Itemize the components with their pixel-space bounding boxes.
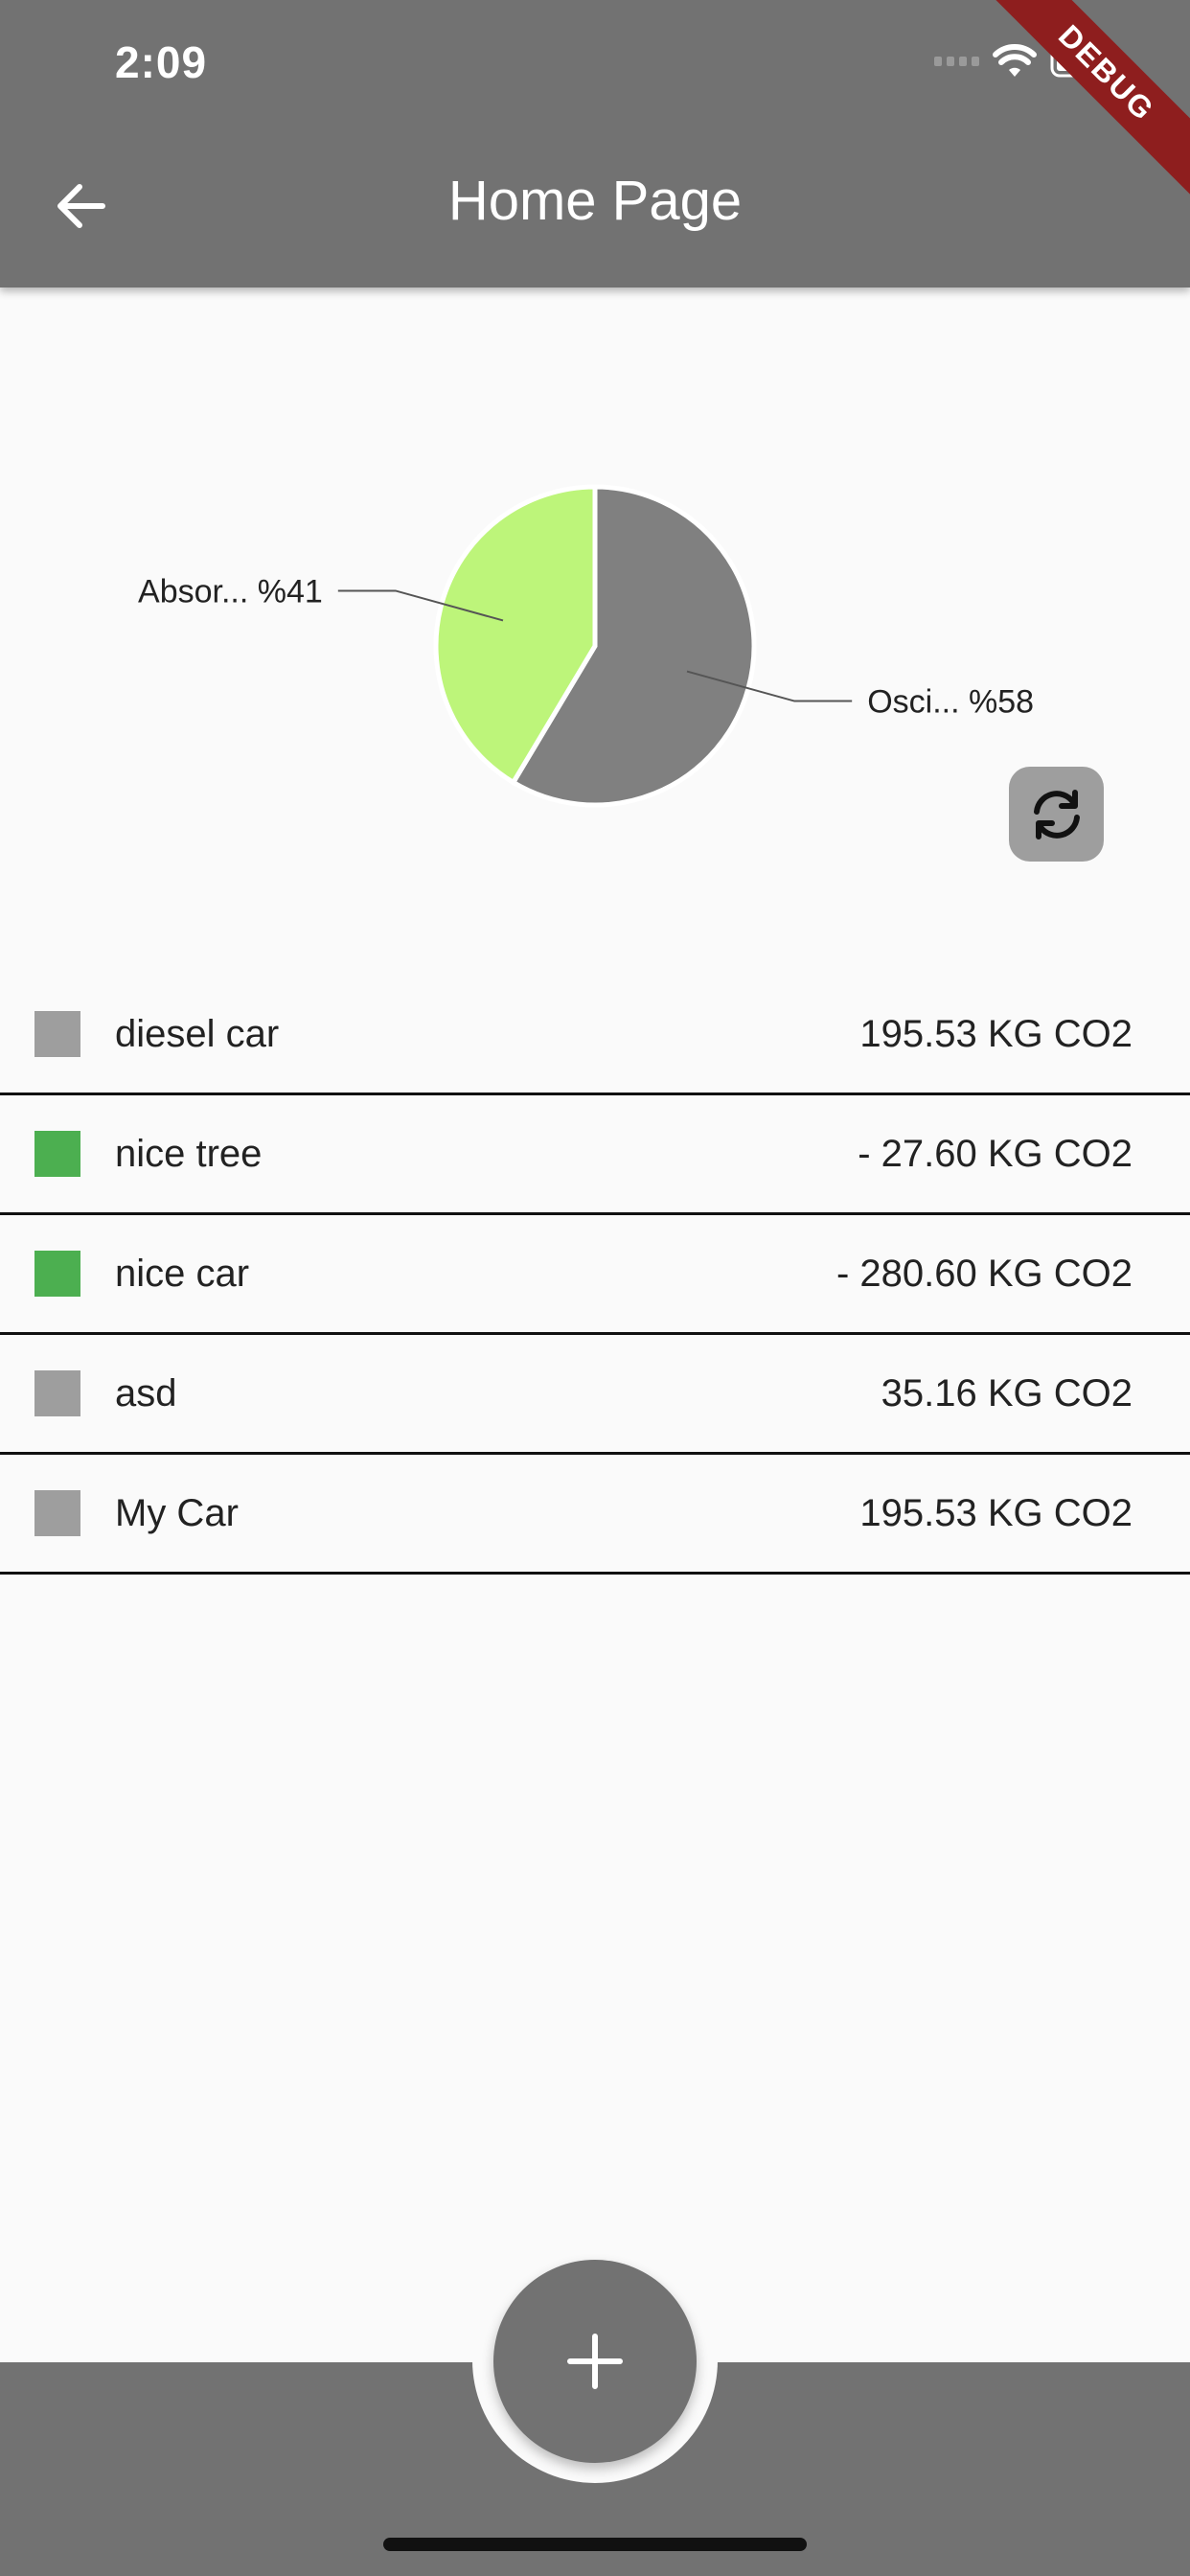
item-name: My Car — [115, 1491, 239, 1534]
plus-icon — [567, 2334, 623, 2389]
list-item[interactable]: My Car 195.53 KG CO2 — [0, 1455, 1190, 1575]
item-co2-value: 195.53 KG CO2 — [859, 1012, 1133, 1055]
emission-list: diesel car 195.53 KG CO2 nice tree - 27.… — [0, 976, 1190, 1575]
pie-chart: Osci... %58 Absor... %41 — [0, 288, 1190, 978]
list-item[interactable]: asd 35.16 KG CO2 — [0, 1335, 1190, 1455]
item-name: diesel car — [115, 1012, 280, 1055]
item-name: nice car — [115, 1252, 250, 1295]
add-button[interactable] — [493, 2260, 697, 2463]
item-co2-value: 35.16 KG CO2 — [881, 1371, 1133, 1414]
item-co2-value: 195.53 KG CO2 — [859, 1491, 1133, 1534]
cellular-signal-icon — [934, 57, 979, 66]
category-color-swatch — [34, 1370, 80, 1416]
status-time: 2:09 — [115, 37, 208, 87]
item-name: nice tree — [115, 1132, 263, 1175]
item-name: asd — [115, 1371, 177, 1414]
list-item[interactable]: nice tree - 27.60 KG CO2 — [0, 1095, 1190, 1215]
list-item[interactable]: diesel car 195.53 KG CO2 — [0, 976, 1190, 1095]
category-color-swatch — [34, 1011, 80, 1057]
home-indicator — [383, 2538, 807, 2551]
refresh-icon — [1033, 789, 1080, 840]
wifi-icon — [993, 44, 1037, 77]
refresh-button[interactable] — [1009, 767, 1104, 862]
list-item[interactable]: nice car - 280.60 KG CO2 — [0, 1215, 1190, 1335]
category-color-swatch — [34, 1490, 80, 1536]
page-title: Home Page — [447, 170, 743, 232]
app-bar: 2:09 Home Page — [0, 0, 1190, 288]
item-co2-value: - 27.60 KG CO2 — [858, 1132, 1133, 1175]
item-co2-value: - 280.60 KG CO2 — [835, 1252, 1133, 1295]
pie-slice-label: Absor... %41 — [138, 573, 323, 610]
pie-chart-svg: Osci... %58 Absor... %41 — [138, 484, 1034, 808]
pie-slice-label: Osci... %58 — [867, 684, 1034, 721]
category-color-swatch — [34, 1251, 80, 1297]
category-color-swatch — [34, 1131, 80, 1177]
